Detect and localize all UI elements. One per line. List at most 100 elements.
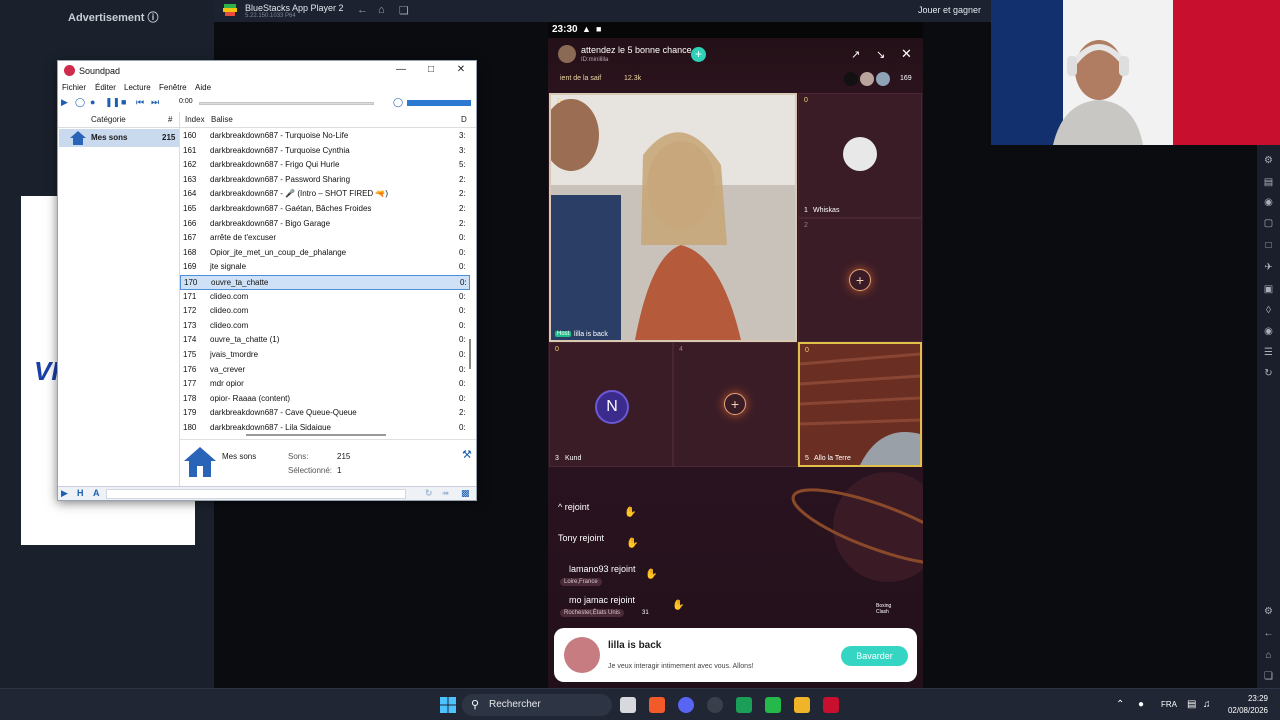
sidebar-folder-icon[interactable]: □ — [1262, 240, 1275, 252]
soundpad-titlebar[interactable]: Soundpad — □ ✕ — [58, 61, 476, 81]
menu-fenetre[interactable]: Fenêtre — [159, 83, 187, 92]
microphone-tray-icon[interactable]: ● — [1138, 699, 1144, 710]
sidebar-camera-icon[interactable]: ◉ — [1262, 197, 1275, 209]
seat-3-avatar[interactable]: N — [595, 390, 629, 424]
volume-slider[interactable] — [407, 100, 471, 106]
seat-1-tile[interactable]: 0 1 Whiskas — [798, 93, 922, 218]
room-rank-badge[interactable]: ient de la saif — [560, 75, 601, 82]
menu-editer[interactable]: Éditer — [95, 83, 116, 92]
volume-icon[interactable]: ♫ — [1203, 699, 1211, 710]
wrench-icon[interactable]: ⚒ — [462, 448, 472, 461]
play-icon[interactable]: ▶ — [61, 97, 68, 108]
sidebar-back-icon[interactable]: ← — [1262, 628, 1275, 640]
sound-row[interactable]: 166 darkbreakdown687 - Bigo Garage 2: — [180, 217, 470, 232]
sound-row[interactable]: 167 arrête de t'excuser 0: — [180, 231, 470, 246]
sidebar-eco-icon[interactable]: ◊ — [1262, 305, 1275, 317]
network-icon[interactable]: ▤ — [1187, 699, 1196, 710]
sound-row[interactable]: 173 clideo.com 0: — [180, 319, 470, 334]
pause-icon[interactable]: ❚❚ — [105, 97, 120, 108]
sidebar-network-icon[interactable]: ⚙ — [1262, 155, 1275, 167]
viewer-avatar[interactable] — [876, 72, 890, 86]
sidebar-sync-icon[interactable]: ↻ — [1262, 368, 1275, 380]
sound-row[interactable]: 168 Opior_jte_met_un_coup_de_phalange 0: — [180, 246, 470, 261]
wave-icon[interactable]: ✋ — [626, 538, 638, 549]
invite-notification[interactable]: lilla is back Je veux interagir intimeme… — [554, 628, 917, 682]
file-explorer-icon[interactable] — [620, 697, 636, 713]
category-column-header[interactable]: Catégorie — [91, 115, 126, 124]
sound-row[interactable]: 171 clideo.com 0: — [180, 290, 470, 305]
home-icon[interactable]: ⌂ — [378, 4, 385, 16]
status-h-button[interactable]: H — [77, 488, 84, 498]
sound-row[interactable]: 172 clideo.com 0: — [180, 304, 470, 319]
sound-row[interactable]: 175 jvais_tmordre 0: — [180, 348, 470, 363]
host-video-tile[interactable]: 0 Host lilla is back — [549, 93, 797, 342]
chat-icon[interactable]: ▩ — [461, 488, 470, 499]
sound-row[interactable]: 176 va_crever 0: — [180, 363, 470, 378]
sidebar-home-icon[interactable]: ⌂ — [1262, 650, 1275, 662]
follow-room-button[interactable]: + — [691, 47, 706, 62]
play-and-win-button[interactable]: Jouer et gagner — [918, 5, 981, 15]
wave-icon[interactable]: ✋ — [672, 600, 684, 611]
sound-row[interactable]: 164 darkbreakdown687 - 🎤 (Intro – SHOT FI… — [180, 187, 470, 202]
soundpad-taskbar-icon[interactable] — [823, 697, 839, 713]
taskbar-date[interactable]: 02/08/2026 — [1222, 706, 1268, 715]
minimize-icon[interactable]: — — [394, 64, 408, 75]
stop-icon[interactable]: ■ — [121, 97, 126, 107]
discord-icon[interactable] — [678, 697, 694, 713]
sidebar-media-icon[interactable]: ▤ — [1262, 177, 1275, 189]
sidebar-layers-icon[interactable]: ☰ — [1262, 347, 1275, 359]
spreadsheet-app-icon[interactable] — [765, 697, 781, 713]
status-a-button[interactable]: A — [93, 488, 100, 498]
windows-start-icon[interactable] — [440, 697, 456, 713]
viewer-count[interactable]: 169 — [900, 75, 912, 82]
volume-headphones-icon[interactable]: ◯ — [393, 97, 403, 108]
sidebar-location-icon[interactable]: ◉ — [1262, 326, 1275, 338]
seat-4-add-icon[interactable]: + — [724, 393, 746, 415]
tray-expand-icon[interactable]: ⌃ — [1116, 699, 1124, 710]
language-indicator[interactable]: FRA — [1161, 700, 1177, 709]
brave-icon[interactable] — [649, 697, 665, 713]
bluestacks-taskbar-icon[interactable] — [794, 697, 810, 713]
minimize-room-icon[interactable]: ↘ — [876, 48, 885, 61]
sound-row[interactable]: 174 ouvre_ta_chatte (1) 0: — [180, 333, 470, 348]
steam-icon[interactable] — [707, 697, 723, 713]
sound-row[interactable]: 178 opior- Raaaa (content) 0: — [180, 392, 470, 407]
count-column-header[interactable]: # — [168, 115, 172, 124]
maximize-icon[interactable]: □ — [424, 64, 438, 75]
horizontal-scrollbar[interactable] — [246, 434, 386, 436]
sound-row[interactable]: 163 darkbreakdown687 - Password Sharing 2: — [180, 173, 470, 188]
sound-row[interactable]: 161 darkbreakdown687 - Turquoise Cynthia 3… — [180, 144, 470, 159]
sidebar-settings-icon[interactable]: ⚙ — [1262, 606, 1275, 618]
sound-row[interactable]: 160 darkbreakdown687 - Turquoise No-Life 3… — [180, 129, 470, 144]
sound-row[interactable]: 170 ouvre_ta_chatte 0: — [180, 275, 470, 290]
media-app-icon[interactable] — [736, 697, 752, 713]
menu-lecture[interactable]: Lecture — [124, 83, 151, 92]
boxing-clash-label[interactable]: Boxing Clash — [876, 603, 896, 615]
duration-column-header[interactable]: D — [461, 115, 467, 124]
forward-icon[interactable]: ➠ — [442, 488, 450, 499]
category-row[interactable]: Mes sons 215 — [59, 129, 179, 147]
back-icon[interactable]: ← — [357, 4, 368, 16]
sidebar-airplane-icon[interactable]: ✈ — [1262, 262, 1275, 274]
sidebar-shake-icon[interactable]: ▣ — [1262, 284, 1275, 296]
close-icon[interactable]: ✕ — [454, 64, 468, 75]
seat-1-avatar[interactable] — [843, 137, 877, 171]
seat-2-add-icon[interactable]: + — [849, 269, 871, 291]
next-icon[interactable]: ⏭ — [151, 97, 159, 108]
close-room-icon[interactable]: ✕ — [901, 46, 912, 62]
sidebar-recent-icon[interactable]: ❏ — [1262, 671, 1275, 683]
menu-fichier[interactable]: Fichier — [62, 83, 86, 92]
viewer-avatar[interactable] — [860, 72, 874, 86]
index-column-header[interactable]: Index — [185, 115, 205, 124]
sound-row[interactable]: 162 darkbreakdown687 - Frigo Qui Hurle 5: — [180, 158, 470, 173]
sidebar-screenshot-icon[interactable]: ▢ — [1262, 218, 1275, 230]
room-score[interactable]: 12.3k — [624, 75, 641, 82]
room-owner-avatar[interactable] — [558, 45, 576, 63]
sound-row[interactable]: 165 darkbreakdown687 - Gaétan, Bâches Fro… — [180, 202, 470, 217]
taskbar-search[interactable]: ⚲ Rechercher — [462, 694, 612, 716]
recent-apps-icon[interactable]: ❏ — [399, 4, 409, 17]
microphone-icon[interactable]: ● — [90, 97, 95, 107]
seat-2-tile[interactable]: 2 + — [798, 218, 922, 342]
wave-icon[interactable]: ✋ — [645, 569, 657, 580]
headphones-icon[interactable]: ◯ — [75, 97, 85, 108]
